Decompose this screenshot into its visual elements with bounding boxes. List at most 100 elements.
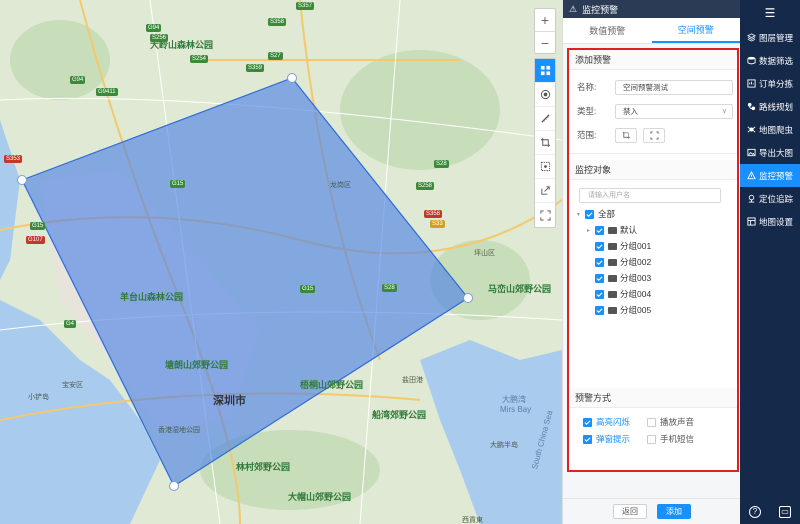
map-place-label: 龙岗区: [330, 182, 351, 189]
zoom-control: + −: [534, 8, 556, 54]
sidebar-item-spider[interactable]: 地图爬虫: [740, 118, 800, 141]
sidebar-item-export[interactable]: 导出大图: [740, 141, 800, 164]
road-badge: G15: [300, 285, 316, 293]
menu-toggle-icon[interactable]: ☰: [740, 0, 800, 26]
add-button[interactable]: 添加: [657, 504, 691, 519]
alarm-option-highlight[interactable]: 高亮闪烁: [583, 416, 647, 428]
alarm-option-label: 高亮闪烁: [596, 417, 631, 427]
checkbox-checked-icon[interactable]: [595, 273, 604, 283]
checkbox-unchecked-icon[interactable]: [647, 434, 656, 444]
fullscreen-button[interactable]: [535, 203, 555, 227]
tree-item-group[interactable]: 分组004: [569, 286, 737, 302]
sidebar-item-label: 监控预警: [759, 170, 794, 181]
polygon-vertex-handle[interactable]: [463, 293, 473, 303]
select-area-button[interactable]: [535, 155, 555, 179]
alarm-icon: ⚠: [569, 3, 578, 14]
map-view[interactable]: 深圳市 大岭山森林公园 羊台山森林公园 塘朗山郊野公园 马峦山郊野公园 梧桐山郊…: [0, 0, 562, 524]
polygon-vertex-handle[interactable]: [287, 73, 297, 83]
checkbox-checked-icon[interactable]: [595, 225, 604, 235]
map-place-label: 船湾郊野公园: [372, 410, 427, 420]
filter-icon: [746, 56, 756, 66]
sidebar-item-tracking[interactable]: 定位追踪: [740, 187, 800, 210]
measure-button[interactable]: [535, 107, 555, 131]
locate-button[interactable]: [535, 83, 555, 107]
help-icon[interactable]: ?: [749, 506, 761, 518]
sidebar-item-settings[interactable]: 地图设置: [740, 210, 800, 233]
sidebar-item-orders[interactable]: 订单分拣: [740, 72, 800, 95]
user-search-input[interactable]: 请输入用户名: [579, 188, 721, 203]
name-input[interactable]: 空间预警测试: [615, 79, 733, 95]
draw-polygon-button[interactable]: [615, 127, 637, 143]
tree-item-default[interactable]: ▸ 默认: [569, 222, 737, 238]
map-place-label: 塘朗山郊野公园: [165, 360, 229, 370]
alarm-option-sms[interactable]: 手机短信: [647, 433, 711, 445]
checkbox-checked-icon[interactable]: [585, 209, 594, 219]
type-select[interactable]: 禁入 ∨: [615, 103, 733, 119]
road-badge: S28: [382, 284, 397, 292]
zoom-in-button[interactable]: +: [535, 9, 555, 31]
sidebar-item-monitor[interactable]: 监控预警: [740, 164, 800, 187]
map-place-label: 大帽山郊野公园: [288, 492, 352, 502]
panel-header: ⚠ 监控预警: [563, 0, 740, 18]
tree-item-group[interactable]: 分组005: [569, 302, 737, 318]
checkbox-checked-icon[interactable]: [583, 417, 592, 427]
sidebar-item-label: 地图爬虫: [759, 124, 794, 135]
road-badge: S256: [150, 34, 169, 42]
crop-icon: [540, 137, 550, 148]
alarm-option-label: 弹窗提示: [596, 434, 631, 444]
sidebar-item-filter[interactable]: 数据筛选: [740, 49, 800, 72]
road-badge: G107: [26, 236, 45, 244]
polygon-draw-icon: [622, 131, 630, 139]
checkbox-checked-icon[interactable]: [583, 434, 592, 444]
tab-value-alert[interactable]: 数值预警: [563, 18, 652, 43]
map-place-label: 盐田港: [402, 377, 423, 384]
road-badge: S28: [434, 160, 449, 168]
add-alert-section-title: 添加预警: [569, 50, 737, 70]
route-icon: [746, 102, 756, 112]
checkbox-checked-icon[interactable]: [595, 305, 604, 315]
folder-icon: [608, 242, 617, 250]
screen-icon[interactable]: ▭: [779, 506, 791, 518]
export-button[interactable]: [535, 179, 555, 203]
tree-item-label: 分组001: [620, 241, 652, 251]
export-icon: [540, 186, 550, 195]
checkbox-checked-icon[interactable]: [595, 289, 604, 299]
crop-button[interactable]: [535, 131, 555, 155]
checkbox-unchecked-icon[interactable]: [647, 417, 656, 427]
map-place-label: 大鹏湾: [502, 395, 526, 404]
spatial-alert-form: 添加预警 名称: 空间预警测试 类型: 禁入 ∨ 范围: 监控对象 请输入用户名…: [567, 48, 739, 472]
alarm-option-popup[interactable]: 弹窗提示: [583, 433, 647, 445]
back-button[interactable]: 返回: [613, 504, 647, 519]
folder-icon: [608, 306, 617, 314]
tab-spatial-alert[interactable]: 空间预警: [651, 18, 740, 43]
group-tree: ▾ 全部 ▸ 默认 分组001 分组002 分组003 分组004 分组005: [569, 206, 737, 318]
road-badge: G15: [30, 222, 46, 230]
folder-icon: [608, 226, 617, 234]
tree-item-group[interactable]: 分组001: [569, 238, 737, 254]
layer-switch-button[interactable]: [535, 59, 555, 83]
tree-item-all[interactable]: ▾ 全部: [569, 206, 737, 222]
ruler-icon: [540, 114, 550, 123]
road-badge: S353: [4, 155, 23, 163]
road-badge: S27: [268, 52, 283, 60]
map-place-label: 羊台山森林公园: [120, 292, 184, 302]
zoom-out-button[interactable]: −: [535, 31, 555, 53]
sidebar-item-layers[interactable]: 图层管理: [740, 26, 800, 49]
map-place-label: 坪山区: [474, 250, 495, 257]
checkbox-checked-icon[interactable]: [595, 241, 604, 251]
alarm-option-sound[interactable]: 播放声音: [647, 416, 711, 428]
sidebar-item-label: 订单分拣: [759, 78, 794, 89]
draw-rectangle-button[interactable]: [643, 127, 665, 143]
tree-item-group[interactable]: 分组003: [569, 270, 737, 286]
tree-item-group[interactable]: 分组002: [569, 254, 737, 270]
tree-item-label: 分组003: [620, 273, 652, 283]
polygon-vertex-handle[interactable]: [17, 175, 27, 185]
name-row: 名称: 空间预警测试: [569, 76, 737, 98]
sidebar-item-route[interactable]: 路线规划: [740, 95, 800, 118]
rectangle-draw-icon: [649, 130, 659, 140]
checkbox-checked-icon[interactable]: [595, 257, 604, 267]
settings-icon: [746, 217, 756, 227]
range-label: 范围:: [577, 130, 597, 140]
caret-right-icon[interactable]: ▸: [587, 227, 595, 234]
polygon-vertex-handle[interactable]: [169, 481, 179, 491]
